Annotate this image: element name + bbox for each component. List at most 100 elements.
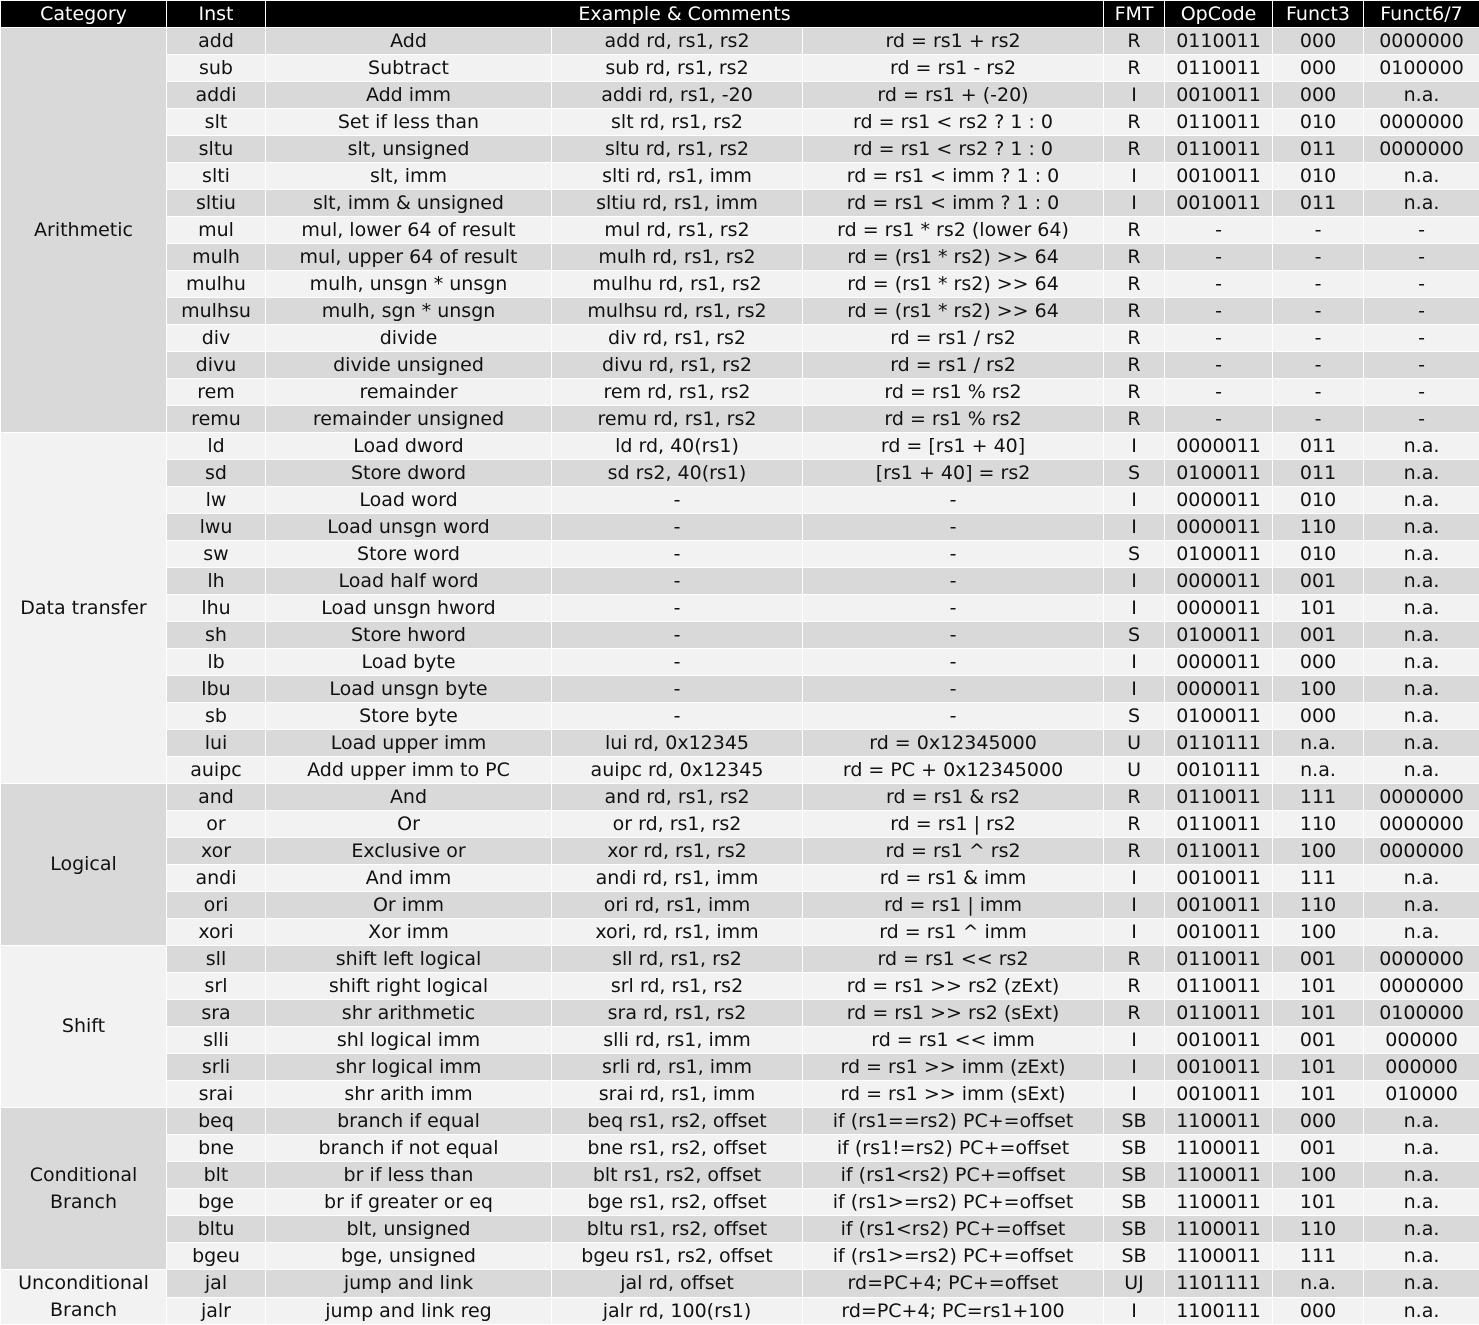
funct67-cell: 0100000 <box>1364 1000 1479 1027</box>
funct3-cell: 000 <box>1273 649 1364 676</box>
opcode-cell: 0110011 <box>1165 136 1273 163</box>
table-row: Conditional Branchbeqbranch if equalbeq … <box>1 1108 1479 1135</box>
opcode-cell: 0010011 <box>1165 865 1273 892</box>
fmt-cell: U <box>1104 757 1165 784</box>
example-cell: - <box>552 514 803 541</box>
description-cell: And <box>266 784 552 811</box>
comment-cell: if (rs1!=rs2) PC+=offset <box>803 1135 1104 1162</box>
funct67-cell: n.a. <box>1364 757 1479 784</box>
comment-cell: if (rs1<rs2) PC+=offset <box>803 1216 1104 1243</box>
table-row: mulmul, lower 64 of resultmul rd, rs1, r… <box>1 217 1479 244</box>
example-cell: and rd, rs1, rs2 <box>552 784 803 811</box>
description-cell: Load unsgn hword <box>266 595 552 622</box>
opcode-cell: 0110011 <box>1165 109 1273 136</box>
example-cell: sub rd, rs1, rs2 <box>552 55 803 82</box>
inst-cell: lb <box>167 649 266 676</box>
fmt-cell: R <box>1104 352 1165 379</box>
table-row: sllishl logical immslli rd, rs1, immrd =… <box>1 1027 1479 1054</box>
fmt-cell: I <box>1104 919 1165 946</box>
description-cell: mul, upper 64 of result <box>266 244 552 271</box>
funct3-cell: 001 <box>1273 946 1364 973</box>
table-row: andiAnd immandi rd, rs1, immrd = rs1 & i… <box>1 865 1479 892</box>
description-cell: slt, imm <box>266 163 552 190</box>
description-cell: mulh, unsgn * unsgn <box>266 271 552 298</box>
funct67-cell: n.a. <box>1364 433 1479 460</box>
funct3-cell: - <box>1273 406 1364 433</box>
fmt-cell: I <box>1104 190 1165 217</box>
example-cell: or rd, rs1, rs2 <box>552 811 803 838</box>
opcode-cell: - <box>1165 271 1273 298</box>
table-row: Data transferldLoad dwordld rd, 40(rs1)r… <box>1 433 1479 460</box>
funct67-cell: n.a. <box>1364 1135 1479 1162</box>
fmt-cell: S <box>1104 703 1165 730</box>
comment-cell: rd = rs1 << imm <box>803 1027 1104 1054</box>
opcode-cell: 0110011 <box>1165 811 1273 838</box>
funct3-cell: 001 <box>1273 568 1364 595</box>
funct67-cell: n.a. <box>1364 568 1479 595</box>
comment-cell: rd = 0x12345000 <box>803 730 1104 757</box>
example-cell: - <box>552 622 803 649</box>
inst-cell: mulhsu <box>167 298 266 325</box>
table-row: mulhsumulh, sgn * unsgnmulhsu rd, rs1, r… <box>1 298 1479 325</box>
funct3-cell: 010 <box>1273 541 1364 568</box>
example-cell: divu rd, rs1, rs2 <box>552 352 803 379</box>
opcode-cell: 0010011 <box>1165 1081 1273 1108</box>
funct67-cell: n.a. <box>1364 1297 1479 1325</box>
inst-cell: sltu <box>167 136 266 163</box>
opcode-cell: 0110011 <box>1165 55 1273 82</box>
opcode-cell: 0000011 <box>1165 433 1273 460</box>
header-category: Category <box>1 1 167 28</box>
table-body: ArithmeticaddAddadd rd, rs1, rs2rd = rs1… <box>1 28 1479 1325</box>
opcode-cell: 0000011 <box>1165 676 1273 703</box>
table-row: srashr arithmeticsra rd, rs1, rs2rd = rs… <box>1 1000 1479 1027</box>
example-cell: bgeu rs1, rs2, offset <box>552 1243 803 1270</box>
fmt-cell: I <box>1104 649 1165 676</box>
example-cell: rem rd, rs1, rs2 <box>552 379 803 406</box>
funct3-cell: 001 <box>1273 622 1364 649</box>
fmt-cell: I <box>1104 514 1165 541</box>
fmt-cell: I <box>1104 1027 1165 1054</box>
funct67-cell: n.a. <box>1364 730 1479 757</box>
inst-cell: slti <box>167 163 266 190</box>
comment-cell: rd = rs1 * rs2 (lower 64) <box>803 217 1104 244</box>
inst-cell: lw <box>167 487 266 514</box>
funct3-cell: 111 <box>1273 865 1364 892</box>
funct67-cell: n.a. <box>1364 487 1479 514</box>
comment-cell: rd = [rs1 + 40] <box>803 433 1104 460</box>
example-cell: sd rs2, 40(rs1) <box>552 460 803 487</box>
opcode-cell: 0100011 <box>1165 460 1273 487</box>
fmt-cell: R <box>1104 109 1165 136</box>
table-row: LogicalandAndand rd, rs1, rs2rd = rs1 & … <box>1 784 1479 811</box>
example-cell: - <box>552 568 803 595</box>
fmt-cell: R <box>1104 55 1165 82</box>
comment-cell: - <box>803 568 1104 595</box>
table-row: jalrjump and link regjalr rd, 100(rs1)rd… <box>1 1297 1479 1325</box>
description-cell: Set if less than <box>266 109 552 136</box>
description-cell: Add <box>266 28 552 55</box>
funct3-cell: 010 <box>1273 163 1364 190</box>
funct67-cell: n.a. <box>1364 622 1479 649</box>
opcode-cell: 0010011 <box>1165 82 1273 109</box>
opcode-cell: - <box>1165 298 1273 325</box>
description-cell: Store hword <box>266 622 552 649</box>
example-cell: srai rd, rs1, imm <box>552 1081 803 1108</box>
description-cell: Store dword <box>266 460 552 487</box>
funct67-cell: n.a. <box>1364 190 1479 217</box>
table-row: remremainderrem rd, rs1, rs2rd = rs1 % r… <box>1 379 1479 406</box>
inst-cell: ori <box>167 892 266 919</box>
comment-cell: rd = rs1 >> rs2 (zExt) <box>803 973 1104 1000</box>
opcode-cell: - <box>1165 379 1273 406</box>
funct67-cell: 000000 <box>1364 1027 1479 1054</box>
funct67-cell: n.a. <box>1364 1162 1479 1189</box>
table-row: xoriXor immxori, rd, rs1, immrd = rs1 ^ … <box>1 919 1479 946</box>
opcode-cell: - <box>1165 406 1273 433</box>
opcode-cell: 0000011 <box>1165 568 1273 595</box>
description-cell: Add imm <box>266 82 552 109</box>
inst-cell: beq <box>167 1108 266 1135</box>
comment-cell: rd=PC+4; PC+=offset <box>803 1270 1104 1298</box>
comment-cell: - <box>803 676 1104 703</box>
funct67-cell: n.a. <box>1364 460 1479 487</box>
table-row: sltiuslt, imm & unsignedsltiu rd, rs1, i… <box>1 190 1479 217</box>
example-cell: xor rd, rs1, rs2 <box>552 838 803 865</box>
example-cell: jalr rd, 100(rs1) <box>552 1297 803 1325</box>
